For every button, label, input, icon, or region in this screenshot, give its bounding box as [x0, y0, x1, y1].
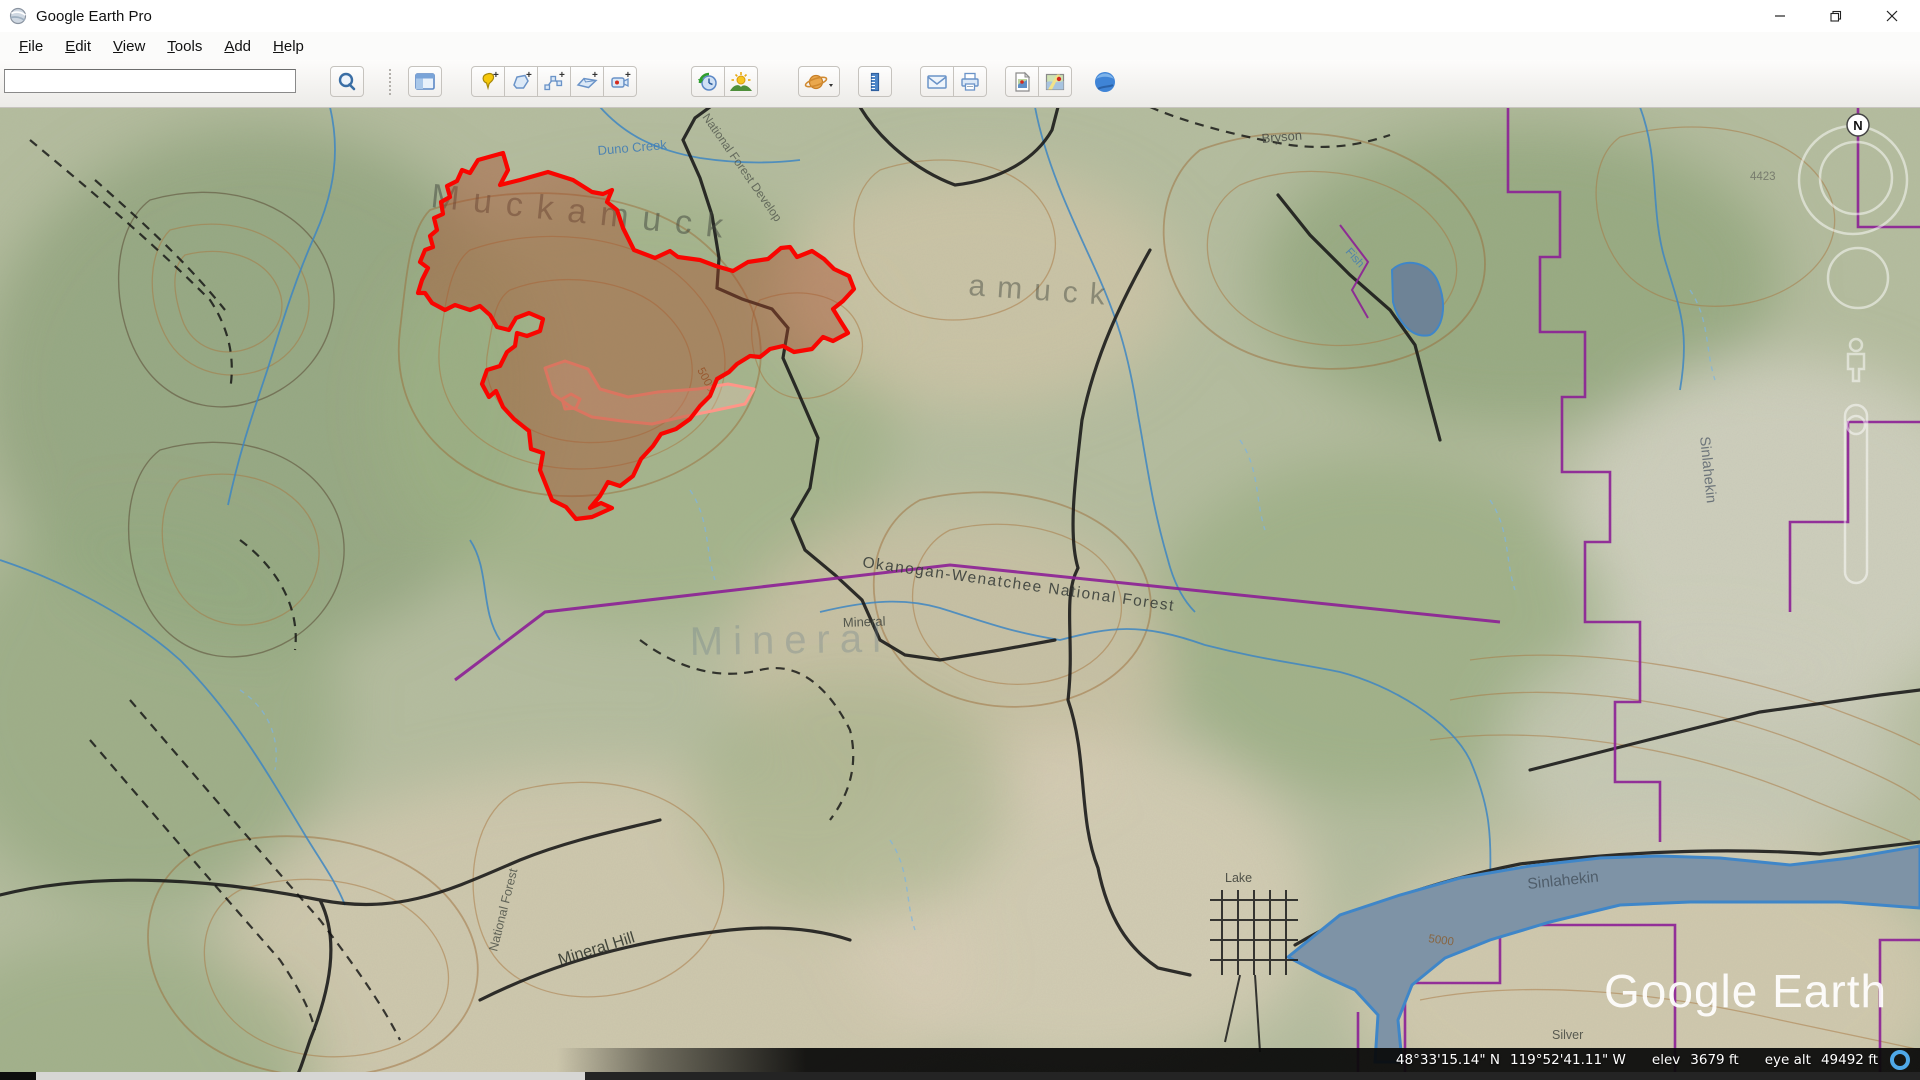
- svg-text:+: +: [625, 70, 631, 81]
- toolbar-separator: [389, 69, 391, 95]
- google-earth-watermark: Google Earth: [1604, 965, 1887, 1017]
- menu-item-view[interactable]: View: [102, 36, 156, 57]
- restore-icon: [1830, 10, 1842, 22]
- save-image-icon: [1010, 70, 1034, 94]
- streaming-progress-icon: [1890, 1050, 1910, 1070]
- sidebar-toggle-icon: [414, 71, 436, 93]
- historical-imagery-button[interactable]: [691, 66, 725, 97]
- status-bar: 48°33'15.14" N 119°52'41.11" W elev 3679…: [0, 1048, 1920, 1072]
- menu-item-add[interactable]: Add: [213, 36, 262, 57]
- sunlight-button[interactable]: [724, 66, 758, 97]
- add-placemark-button[interactable]: +: [471, 66, 505, 97]
- search-icon: [336, 71, 358, 93]
- search-input[interactable]: [4, 69, 296, 93]
- earth-web-button[interactable]: [1088, 66, 1122, 97]
- add-image-overlay-icon: +: [575, 70, 599, 94]
- svg-text:+: +: [493, 70, 499, 81]
- google-earth-window: { "window": { "title": "Google Earth Pro…: [0, 0, 1920, 1080]
- add-polygon-icon: +: [509, 70, 533, 94]
- menu-item-help[interactable]: Help: [262, 36, 315, 57]
- record-tour-button[interactable]: +: [603, 66, 637, 97]
- view-in-maps-button[interactable]: [1038, 66, 1072, 97]
- minimize-button[interactable]: [1752, 0, 1808, 32]
- map-label: Silver: [1552, 1028, 1583, 1042]
- title-bar: Google Earth Pro: [0, 0, 1920, 32]
- map-view[interactable]: Duno CreekMuckamuckamuckBrysonNational F…: [0, 107, 1920, 1080]
- toolbar: + + + +: [0, 60, 1920, 108]
- save-image-button[interactable]: [1005, 66, 1039, 97]
- map-label: 4423: [1750, 171, 1776, 183]
- bottom-strip-dark-left: [0, 1072, 36, 1080]
- close-icon: [1886, 10, 1898, 22]
- menu-bar: FileEditViewToolsAddHelp: [0, 32, 1920, 60]
- add-image-overlay-button[interactable]: +: [570, 66, 604, 97]
- svg-text:+: +: [526, 70, 532, 81]
- ruler-icon: [863, 70, 887, 94]
- google-earth-app-icon: [8, 6, 28, 26]
- sunlight-icon: [729, 70, 753, 94]
- ruler-button[interactable]: [858, 66, 892, 97]
- map-canvas[interactable]: Duno CreekMuckamuckamuckBrysonNational F…: [0, 107, 1920, 1080]
- print-button[interactable]: [953, 66, 987, 97]
- map-label: Lake: [1225, 871, 1252, 885]
- record-tour-icon: +: [608, 70, 632, 94]
- historical-imagery-icon: [696, 70, 720, 94]
- bottom-edge-strip: [0, 1072, 1920, 1080]
- status-longitude: 119°52'41.11" W: [1510, 1052, 1626, 1068]
- status-eyealt-value: 49492 ft: [1821, 1052, 1878, 1068]
- view-in-maps-icon: [1043, 70, 1067, 94]
- email-icon: [925, 70, 949, 94]
- sidebar-toggle-button[interactable]: [408, 66, 442, 97]
- status-elev-value: 3679 ft: [1690, 1052, 1738, 1068]
- search-button[interactable]: [330, 66, 364, 97]
- planets-button[interactable]: [798, 66, 840, 97]
- status-elev-label: elev: [1652, 1052, 1680, 1068]
- email-button[interactable]: [920, 66, 954, 97]
- svg-text:+: +: [559, 70, 565, 81]
- add-path-icon: +: [542, 70, 566, 94]
- map-label: Mineral: [689, 616, 891, 664]
- add-path-button[interactable]: +: [537, 66, 571, 97]
- print-icon: [958, 70, 982, 94]
- menu-item-file[interactable]: File: [8, 36, 54, 57]
- menu-item-edit[interactable]: Edit: [54, 36, 102, 57]
- svg-text:+: +: [592, 70, 598, 81]
- minimize-icon: [1774, 10, 1786, 22]
- status-latitude: 48°33'15.14" N: [1396, 1052, 1500, 1068]
- bottom-strip-dark-right: [585, 1072, 1920, 1080]
- planets-icon: [804, 70, 834, 94]
- status-eyealt-label: eye alt: [1765, 1052, 1811, 1068]
- maximize-button[interactable]: [1808, 0, 1864, 32]
- window-title: Google Earth Pro: [36, 8, 152, 25]
- add-placemark-icon: +: [476, 70, 500, 94]
- compass-north-label: N: [1853, 118, 1862, 133]
- add-polygon-button[interactable]: +: [504, 66, 538, 97]
- menu-item-tools[interactable]: Tools: [156, 36, 213, 57]
- bottom-strip-light[interactable]: [36, 1072, 585, 1080]
- close-button[interactable]: [1864, 0, 1920, 32]
- earth-web-icon: [1092, 69, 1118, 95]
